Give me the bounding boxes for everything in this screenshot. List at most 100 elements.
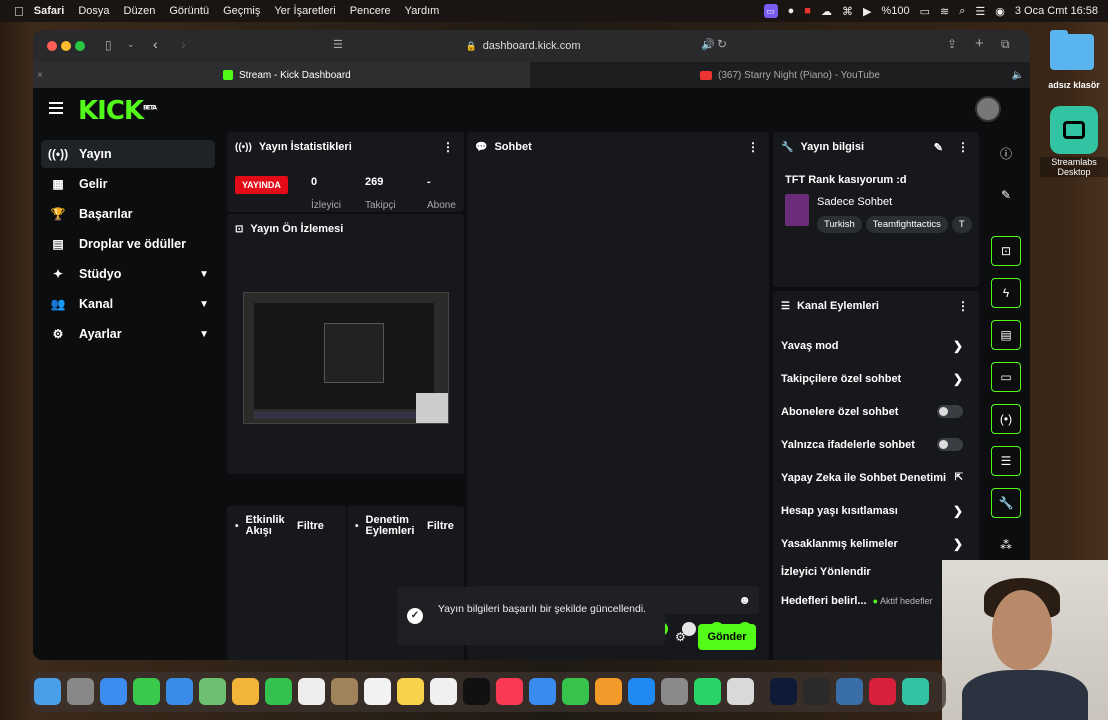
tag[interactable]: Teamfighttactics [865,216,948,233]
notes-icon[interactable] [397,678,424,705]
app-icon[interactable] [869,678,896,705]
edit-icon[interactable]: ✎ [991,180,1021,210]
sidebar-item-basarilar[interactable]: 🏆 Başarılar [41,200,215,228]
category-name[interactable]: Sadece Sohbet [817,196,892,208]
safari-icon[interactable] [100,678,127,705]
sidebar-item-droplar[interactable]: ▤ Droplar ve ödüller [41,230,215,258]
wrench-toggle-icon[interactable]: 🔧 [991,488,1021,518]
app-icon[interactable] [803,678,830,705]
gamepad-icon[interactable]: ⌘ [842,5,853,18]
battery-icon[interactable]: ▭ [920,5,930,18]
emotes-only-toggle[interactable] [937,438,963,451]
preview-toggle-icon[interactable]: ⊡ [991,236,1021,266]
stop-icon[interactable]: ■ [804,5,811,17]
close-tab-icon[interactable]: × [37,70,43,81]
maps-icon[interactable] [199,678,226,705]
info-icon[interactable]: ⓘ [991,138,1021,168]
emoji-icon[interactable]: ☻ [738,593,751,607]
address-bar[interactable]: 🔒 dashboard.kick.com [323,36,723,56]
calendar-icon[interactable] [298,678,325,705]
more-options-icon[interactable]: ⋮ [747,140,759,154]
stream-preview-video[interactable] [243,292,449,424]
photoshop-icon[interactable] [770,678,797,705]
lightning-icon[interactable]: ϟ [991,278,1021,308]
minimize-window-button[interactable] [61,41,71,51]
screen-share-icon[interactable]: ▭ [763,4,778,18]
streamlabs-icon[interactable] [1050,106,1098,154]
menu-gecmis[interactable]: Geçmiş [223,5,260,17]
play-icon[interactable]: ▶ [863,5,871,18]
menu-safari[interactable]: Safari [34,5,65,17]
sidebar-item-studyo[interactable]: ✦ Stüdyo ▼ [41,260,215,288]
filter-button[interactable]: Filtre [297,520,324,532]
launchpad-icon[interactable] [67,678,94,705]
filter-button[interactable]: Filtre [427,520,454,532]
chat-toggle-icon[interactable]: ▭ [991,362,1021,392]
more-options-icon[interactable]: ⋮ [957,140,969,154]
cloud-icon[interactable]: ☁ [821,5,832,18]
folder-label[interactable]: adsız klasör [1040,80,1108,90]
action-ai-moderation[interactable]: Yapay Zeka ile Sohbet Denetimi ⇱ [773,461,971,494]
audio-icon[interactable]: 🔊 [701,38,715,51]
folder-icon[interactable] [1050,30,1094,70]
zoom-window-button[interactable] [75,41,85,51]
tab-youtube[interactable]: (367) Starry Night (Piano) - YouTube 🔈 [530,62,1030,88]
settings-icon[interactable] [661,678,688,705]
finder-icon[interactable] [34,678,61,705]
siri-icon[interactable]: ◉ [995,5,1005,18]
control-center-icon[interactable]: ☰ [975,5,985,18]
streamlabs-label[interactable]: Streamlabs Desktop [1040,157,1108,177]
back-button[interactable]: ‹ [153,36,158,52]
hamburger-menu-icon[interactable] [49,102,63,117]
more-options-icon[interactable]: ⋮ [442,140,454,154]
action-slow-mode[interactable]: Yavaş mod ❯ [773,329,971,362]
subscribers-only-toggle[interactable] [937,405,963,418]
user-avatar[interactable] [975,96,1001,122]
contacts-icon[interactable] [331,678,358,705]
apple-tv-icon[interactable] [463,678,490,705]
share-icon[interactable]: ⇪ [947,37,957,51]
record-icon[interactable]: ● [788,5,795,17]
emote-icon[interactable] [682,622,696,636]
menu-goruntu[interactable]: Görüntü [169,5,209,17]
photos-icon[interactable] [232,678,259,705]
datetime[interactable]: 3 Oca Cmt 16:58 [1015,5,1098,17]
whatsapp-icon[interactable] [694,678,721,705]
app-icon[interactable] [727,678,754,705]
sidebar-item-kanal[interactable]: 👥 Kanal ▼ [41,290,215,318]
actions-toggle-icon[interactable]: ☰ [991,446,1021,476]
send-button[interactable]: Gönder [698,624,756,650]
edit-icon[interactable]: ✎ [934,141,943,154]
wifi-icon[interactable]: ≋ [940,5,949,18]
keynote-icon[interactable] [529,678,556,705]
reminders-icon[interactable] [364,678,391,705]
tab-kick-dashboard[interactable]: × Stream - Kick Dashboard [33,62,530,88]
apple-icon[interactable]:  [14,4,24,19]
menu-duzen[interactable]: Düzen [124,5,156,17]
sidebar-toggle-icon[interactable]: ▯ [105,38,112,52]
menu-pencere[interactable]: Pencere [350,5,391,17]
menu-yer-isaretleri[interactable]: Yer İşaretleri [274,5,335,17]
messages-icon[interactable] [133,678,160,705]
action-account-age[interactable]: Hesap yaşı kısıtlaması ❯ [773,494,971,527]
close-window-button[interactable] [47,41,57,51]
numbers-icon[interactable] [562,678,589,705]
menu-yardim[interactable]: Yardım [405,5,440,17]
reload-icon[interactable]: ↻ [717,37,727,51]
mail-icon[interactable] [166,678,193,705]
more-options-icon[interactable]: ⋮ [957,299,969,313]
apps-icon[interactable]: ⁂ [991,530,1021,560]
chevron-down-icon[interactable]: ⌄ [127,39,135,50]
app-store-icon[interactable] [628,678,655,705]
reader-icon[interactable]: ☰ [333,38,343,51]
new-tab-icon[interactable]: + [975,35,984,52]
action-followers-only[interactable]: Takipçilere özel sohbet ❯ [773,362,971,395]
forward-button[interactable]: › [181,36,186,52]
kick-logo[interactable]: KICKBETA [78,96,157,126]
sidebar-item-gelir[interactable]: ▦ Gelir [41,170,215,198]
tab-overview-icon[interactable]: ⧉ [1001,37,1010,52]
tab-audio-icon[interactable]: 🔈 [1012,70,1024,81]
music-icon[interactable] [496,678,523,705]
sidebar-item-ayarlar[interactable]: ⚙ Ayarlar ▼ [41,320,215,348]
search-icon[interactable]: ⌕ [959,5,965,18]
